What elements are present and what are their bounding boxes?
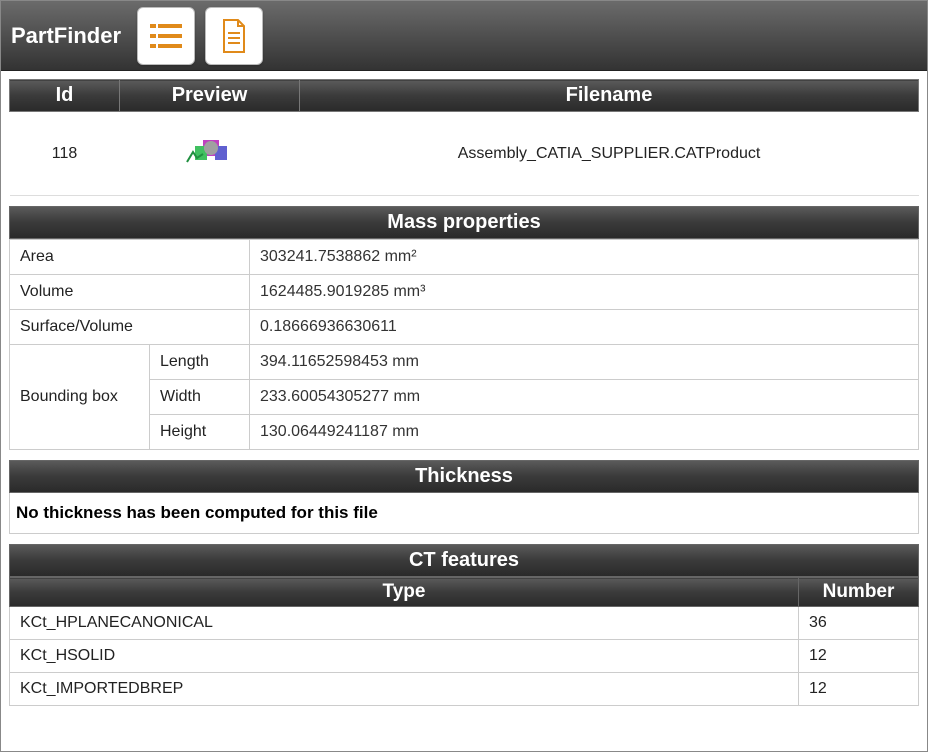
ct-row: KCt_HSOLID 12 xyxy=(10,640,919,673)
ct-type: KCt_HSOLID xyxy=(10,640,799,673)
col-preview[interactable]: Preview xyxy=(120,80,300,112)
area-value: 303241.7538862 mm² xyxy=(250,240,919,275)
bbox-height-value: 130.06449241187 mm xyxy=(250,415,919,450)
surfvol-value: 0.18666936630611 xyxy=(250,310,919,345)
list-view-button[interactable] xyxy=(137,7,195,65)
document-icon xyxy=(214,16,254,56)
mass-properties-table: Area 303241.7538862 mm² Volume 1624485.9… xyxy=(9,239,919,450)
ct-number: 12 xyxy=(799,673,919,706)
area-label: Area xyxy=(10,240,250,275)
section-mass-properties: Mass properties xyxy=(9,206,919,239)
app-window: PartFinder xyxy=(0,0,928,752)
ct-row: KCt_HPLANECANONICAL 36 xyxy=(10,607,919,640)
document-view-button[interactable] xyxy=(205,7,263,65)
surfvol-label: Surface/Volume xyxy=(10,310,250,345)
ct-number: 12 xyxy=(799,640,919,673)
bbox-width-value: 233.60054305277 mm xyxy=(250,380,919,415)
ct-col-number[interactable]: Number xyxy=(799,578,919,607)
toolbar: PartFinder xyxy=(1,1,927,71)
ct-number: 36 xyxy=(799,607,919,640)
ct-features-table: Type Number KCt_HPLANECANONICAL 36 KCt_H… xyxy=(9,577,919,706)
bbox-label: Bounding box xyxy=(10,345,150,450)
volume-value: 1624485.9019285 mm³ xyxy=(250,275,919,310)
app-title: PartFinder xyxy=(11,23,121,49)
ct-col-type[interactable]: Type xyxy=(10,578,799,607)
file-header-table: Id Preview Filename 118 xyxy=(9,79,919,196)
ct-row: KCt_IMPORTEDBREP 12 xyxy=(10,673,919,706)
bbox-length-label: Length xyxy=(150,345,250,380)
volume-label: Volume xyxy=(10,275,250,310)
part-thumbnail-icon xyxy=(175,126,245,176)
section-thickness: Thickness xyxy=(9,460,919,493)
bbox-width-label: Width xyxy=(150,380,250,415)
file-name: Assembly_CATIA_SUPPLIER.CATProduct xyxy=(300,112,919,196)
file-id: 118 xyxy=(10,112,120,196)
bbox-height-label: Height xyxy=(150,415,250,450)
bbox-length-value: 394.11652598453 mm xyxy=(250,345,919,380)
file-preview-cell xyxy=(120,112,300,196)
content-scroll-area[interactable]: Id Preview Filename 118 xyxy=(1,71,927,751)
thickness-note: No thickness has been computed for this … xyxy=(9,493,919,534)
file-row[interactable]: 118 Assembly_CATIA_SUPPLIER.CATProduct xyxy=(10,112,919,196)
section-ct-features: CT features xyxy=(9,544,919,577)
col-id[interactable]: Id xyxy=(10,80,120,112)
ct-type: KCt_HPLANECANONICAL xyxy=(10,607,799,640)
list-icon xyxy=(146,16,186,56)
col-filename[interactable]: Filename xyxy=(300,80,919,112)
ct-type: KCt_IMPORTEDBREP xyxy=(10,673,799,706)
